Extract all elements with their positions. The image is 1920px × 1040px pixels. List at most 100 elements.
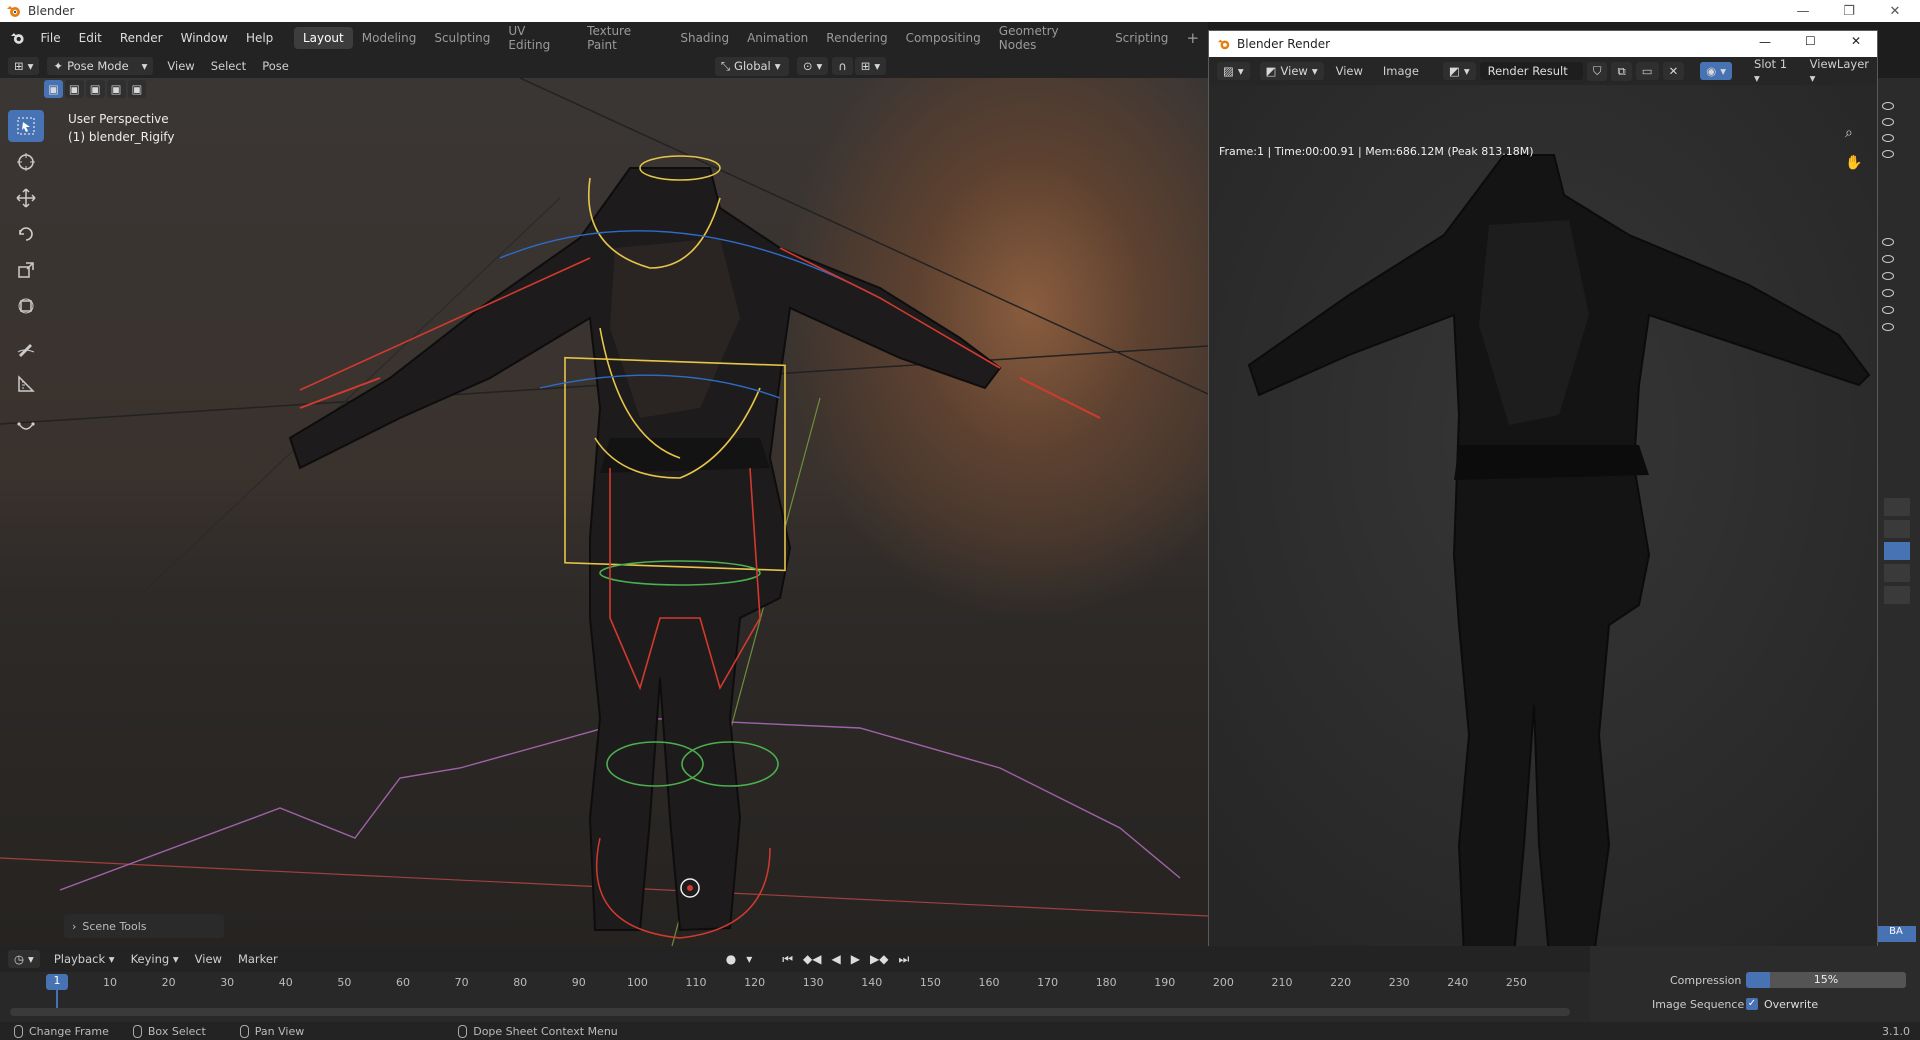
mode-selector[interactable]: ✦ Pose Mode ▾ — [47, 57, 154, 75]
rotate-tool[interactable] — [8, 218, 44, 250]
view-mode-button[interactable]: ◩ View ▾ — [1259, 62, 1324, 80]
eye-icon[interactable] — [1882, 255, 1894, 263]
tab-compositing[interactable]: Compositing — [897, 27, 990, 49]
select-box-tool[interactable] — [8, 110, 44, 142]
fake-user-icon[interactable]: ⛉ — [1586, 61, 1608, 81]
snap-button[interactable]: ∩ — [832, 57, 853, 75]
select-invert-icon[interactable]: ▣ — [106, 80, 126, 98]
tab-rendering[interactable]: Rendering — [817, 27, 896, 49]
tab-sculpting[interactable]: Sculpting — [425, 27, 499, 49]
menu-edit[interactable]: Edit — [70, 31, 111, 45]
close-icon[interactable]: ✕ — [1851, 34, 1861, 48]
3d-viewport[interactable]: User Perspective (1) blender_Rigify — [0, 78, 1208, 946]
render-result-field[interactable]: Render Result — [1479, 62, 1583, 80]
minimize-icon[interactable]: — — [1759, 35, 1771, 49]
image-editor-type-button[interactable]: ▨ ▾ — [1217, 62, 1250, 80]
maximize-icon[interactable]: ☐ — [1805, 34, 1816, 48]
compression-slider[interactable]: 15% — [1746, 972, 1906, 988]
overwrite-checkbox[interactable]: ✓ — [1746, 998, 1758, 1010]
zoom-icon[interactable]: ⌕ — [1845, 125, 1853, 141]
tab-modeling[interactable]: Modeling — [353, 27, 426, 49]
annotate-tool[interactable] — [8, 332, 44, 364]
measure-tool[interactable] — [8, 368, 44, 400]
timeline-menu-keying[interactable]: Keying ▾ — [123, 952, 187, 966]
transform-tool[interactable] — [8, 290, 44, 322]
eye-icon[interactable] — [1882, 238, 1894, 246]
eye-icon[interactable] — [1882, 289, 1894, 297]
restore-icon[interactable]: ❐ — [1826, 0, 1872, 22]
record-icon[interactable]: ● — [726, 952, 736, 967]
orientation-selector[interactable]: ⤡ Global ▾ — [714, 56, 789, 76]
eye-icon[interactable] — [1882, 150, 1894, 158]
jump-end-icon[interactable]: ⏭ — [898, 952, 909, 967]
eye-icon[interactable] — [1882, 306, 1894, 314]
copy-image-icon[interactable]: ⧉ — [1611, 61, 1632, 81]
viewport-menu-view[interactable]: View — [159, 59, 202, 73]
add-workspace-icon[interactable]: + — [1177, 25, 1208, 51]
property-tab[interactable] — [1884, 564, 1910, 582]
timeline-menu-playback[interactable]: Playback ▾ — [46, 952, 123, 966]
select-intersect-icon[interactable]: ▣ — [127, 80, 147, 98]
menu-help[interactable]: Help — [237, 31, 282, 45]
image-browse-button[interactable]: ◩ ▾ — [1442, 62, 1476, 80]
bone-curve-tool[interactable] — [8, 410, 44, 442]
timeline-editor-type-button[interactable]: ◷ ▾ — [8, 950, 40, 968]
timeline-menu-view[interactable]: View — [187, 952, 230, 966]
menu-render[interactable]: Render — [111, 31, 172, 45]
property-tab[interactable] — [1884, 498, 1910, 516]
tab-texture-paint[interactable]: Texture Paint — [578, 20, 671, 56]
menu-window[interactable]: Window — [172, 31, 237, 45]
select-extend-icon[interactable]: ▣ — [64, 80, 84, 98]
tab-uv-editing[interactable]: UV Editing — [499, 20, 578, 56]
view-layer-selector[interactable]: ViewLayer ▾ — [1802, 57, 1877, 85]
unlink-icon[interactable]: ✕ — [1662, 62, 1685, 80]
play-reverse-icon[interactable]: ◀ — [832, 952, 841, 967]
timeline-scrollbar[interactable] — [10, 1008, 1570, 1016]
next-keyframe-icon[interactable]: ▶◆ — [870, 952, 888, 967]
blender-menu-icon[interactable] — [10, 30, 26, 46]
viewport-menu-select[interactable]: Select — [203, 59, 254, 73]
render-canvas[interactable]: Frame:1 | Time:00:00.91 | Mem:686.12M (P… — [1209, 85, 1877, 975]
editor-type-button[interactable]: ⊞ ▾ — [8, 57, 40, 75]
snap-target-button[interactable]: ⊞ ▾ — [854, 57, 887, 75]
eye-icon[interactable] — [1882, 118, 1894, 126]
render-menu-view[interactable]: View — [1328, 64, 1371, 78]
render-menu-image[interactable]: Image — [1375, 64, 1427, 78]
jump-start-icon[interactable]: ⏮ — [782, 952, 793, 967]
select-new-icon[interactable]: ▣ — [44, 80, 63, 98]
viewport-menu-pose[interactable]: Pose — [254, 59, 297, 73]
slot-selector[interactable]: Slot 1 ▾ — [1746, 57, 1798, 85]
scale-tool[interactable] — [8, 254, 44, 286]
color-mode-badge[interactable]: BA — [1876, 926, 1916, 942]
menu-file[interactable]: File — [32, 31, 70, 45]
timeline[interactable]: 1 10 20 30 40 50 60 70 80 90 100 110 120 130 140 150 16… — [0, 972, 1590, 1022]
timeline-menu-marker[interactable]: Marker — [230, 952, 286, 966]
folder-icon[interactable]: ▭ — [1635, 62, 1659, 80]
chevron-down-icon: ▾ — [141, 59, 148, 73]
eye-icon[interactable] — [1882, 272, 1894, 280]
select-subtract-icon[interactable]: ▣ — [85, 80, 105, 98]
eye-icon[interactable] — [1882, 102, 1894, 110]
record-options-icon[interactable]: ▾ — [746, 952, 752, 967]
pan-hand-icon[interactable]: ✋ — [1845, 155, 1862, 171]
close-icon[interactable]: ✕ — [1872, 0, 1918, 22]
eye-icon[interactable] — [1882, 323, 1894, 331]
tab-shading[interactable]: Shading — [671, 27, 738, 49]
property-tab-active[interactable] — [1884, 542, 1910, 560]
pivot-button[interactable]: ⊙ ▾ — [796, 57, 829, 75]
tab-animation[interactable]: Animation — [738, 27, 817, 49]
tab-scripting[interactable]: Scripting — [1106, 27, 1177, 49]
display-channels-button[interactable]: ◉ ▾ — [1700, 62, 1733, 80]
eye-icon[interactable] — [1882, 134, 1894, 142]
tab-geometry-nodes[interactable]: Geometry Nodes — [990, 20, 1106, 56]
property-tab[interactable] — [1884, 520, 1910, 538]
scene-tools-panel[interactable]: › Scene Tools — [64, 914, 224, 938]
play-icon[interactable]: ▶ — [851, 952, 860, 967]
image-browse-icon: ◩ — [1448, 64, 1460, 78]
tab-layout[interactable]: Layout — [293, 27, 353, 49]
cursor-tool[interactable] — [8, 146, 44, 178]
prev-keyframe-icon[interactable]: ◆◀ — [803, 952, 821, 967]
property-tab[interactable] — [1884, 586, 1910, 604]
move-tool[interactable] — [8, 182, 44, 214]
minimize-icon[interactable]: — — [1780, 0, 1826, 22]
